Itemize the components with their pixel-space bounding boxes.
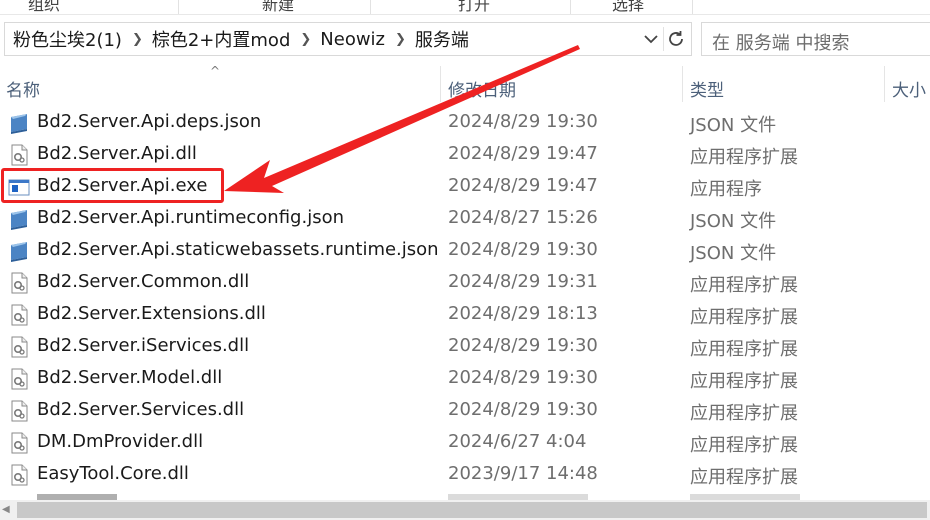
- ribbon-select-button[interactable]: 选择: [612, 0, 644, 15]
- chevron-right-icon[interactable]: ❯: [300, 32, 311, 47]
- file-name[interactable]: DM.DmProvider.dll: [37, 431, 203, 452]
- list-item[interactable]: Bd2.Server.Extensions.dll 2024/8/29 18:13…: [0, 298, 930, 330]
- ribbon-toolbar: 组织 新建 打开 选择: [0, 0, 930, 15]
- ribbon-divider: [570, 0, 571, 14]
- ribbon-organize-button[interactable]: 组织: [28, 0, 60, 15]
- dll-file-icon: [8, 464, 30, 486]
- ribbon-open-button[interactable]: 打开: [458, 0, 490, 15]
- list-item[interactable]: Bd2.Server.Api.dll 2024/8/29 19:47 应用程序扩展: [0, 138, 930, 170]
- file-type: 应用程序扩展: [690, 147, 798, 168]
- file-date: 2024/8/29 19:30: [448, 111, 598, 132]
- ribbon-divider: [370, 0, 371, 14]
- file-date: 2024/8/29 18:13: [448, 303, 598, 324]
- file-type: 应用程序: [690, 179, 762, 200]
- file-type: 应用程序扩展: [690, 467, 798, 488]
- column-divider[interactable]: [884, 66, 885, 102]
- dll-file-icon: [8, 272, 30, 294]
- dll-file-icon: [8, 304, 30, 326]
- breadcrumb-item[interactable]: 棕色2+内置mod: [152, 26, 291, 52]
- chevron-right-icon[interactable]: ❯: [395, 32, 406, 47]
- list-item[interactable]: Bd2.Server.Api.deps.json 2024/8/29 19:30 J…: [0, 106, 930, 138]
- address-bar[interactable]: 粉色尘埃2(1) ❯ 棕色2+内置mod ❯ Neowiz ❯ 服务端: [4, 22, 692, 56]
- file-date: 2024/8/29 19:30: [448, 399, 598, 420]
- file-date: 2024/6/27 4:04: [448, 431, 587, 452]
- column-header-size[interactable]: 大小: [892, 76, 926, 101]
- breadcrumb-item[interactable]: 服务端: [415, 26, 469, 52]
- file-type: 应用程序扩展: [690, 339, 798, 360]
- horizontal-scrollbar[interactable]: ◀: [0, 500, 930, 520]
- scroll-left-icon[interactable]: ◀: [2, 504, 10, 515]
- file-type: JSON 文件: [690, 115, 777, 136]
- file-type: 应用程序扩展: [690, 371, 798, 392]
- list-item[interactable]: Bd2.Server.Api.runtimeconfig.json 2024/8/…: [0, 202, 930, 234]
- json-file-icon: [8, 112, 30, 134]
- ribbon-new-button[interactable]: 新建: [262, 0, 294, 15]
- list-item[interactable]: Bd2.Server.iServices.dll 2024/8/29 19:30 应…: [0, 330, 930, 362]
- file-name[interactable]: Bd2.Server.Api.runtimeconfig.json: [37, 207, 344, 228]
- ribbon-divider: [178, 0, 179, 14]
- file-type: 应用程序扩展: [690, 307, 798, 328]
- list-item[interactable]: Bd2.Server.Api.staticwebassets.runtime.j…: [0, 234, 930, 266]
- dll-file-icon: [8, 432, 30, 454]
- search-placeholder: 在 服务端 中搜索: [712, 33, 850, 54]
- file-name[interactable]: Bd2.Server.Api.staticwebassets.runtime.j…: [37, 239, 439, 260]
- json-file-icon: [8, 208, 30, 230]
- column-divider[interactable]: [682, 66, 683, 102]
- column-header-type[interactable]: 类型: [690, 76, 724, 101]
- list-item[interactable]: EasyTool.Core.dll 2023/9/17 14:48 应用程序扩展: [0, 458, 930, 490]
- file-type: 应用程序扩展: [690, 435, 798, 456]
- dll-file-icon: [8, 336, 30, 358]
- file-name[interactable]: Bd2.Server.iServices.dll: [37, 335, 249, 356]
- ribbon-divider: [692, 0, 693, 14]
- refresh-icon[interactable]: [665, 28, 687, 50]
- file-name[interactable]: EasyTool.Core.dll: [37, 463, 189, 484]
- highlight-box: [1, 168, 224, 203]
- file-date: 2024/8/29 19:30: [448, 335, 598, 356]
- dll-file-icon: [8, 400, 30, 422]
- column-header-date[interactable]: 修改日期: [448, 76, 516, 101]
- sort-ascending-icon: ^: [210, 64, 221, 78]
- file-date: 2024/8/29 19:47: [448, 143, 598, 164]
- list-item[interactable]: Bd2.Server.Common.dll 2024/8/29 19:31 应用程序…: [0, 266, 930, 298]
- file-type: JSON 文件: [690, 243, 777, 264]
- column-header-name[interactable]: 名称: [6, 76, 40, 101]
- file-date: 2023/9/17 14:48: [448, 463, 598, 484]
- column-divider[interactable]: [440, 66, 441, 102]
- file-date: 2024/8/29 19:30: [448, 367, 598, 388]
- dll-file-icon: [8, 368, 30, 390]
- file-date: 2024/8/29 19:47: [448, 175, 598, 196]
- file-type: JSON 文件: [690, 211, 777, 232]
- breadcrumb-item[interactable]: 粉色尘埃2(1): [13, 26, 122, 52]
- search-box[interactable]: 在 服务端 中搜索: [701, 22, 930, 56]
- file-name[interactable]: Bd2.Server.Services.dll: [37, 399, 244, 420]
- list-item[interactable]: Bd2.Server.Model.dll 2024/8/29 19:30 应用程序扩…: [0, 362, 930, 394]
- breadcrumb-item[interactable]: Neowiz: [320, 29, 385, 50]
- chevron-right-icon[interactable]: ❯: [132, 32, 143, 47]
- file-name[interactable]: Bd2.Server.Api.deps.json: [37, 111, 261, 132]
- file-date: 2024/8/27 15:26: [448, 207, 598, 228]
- breadcrumb: 粉色尘埃2(1) ❯ 棕色2+内置mod ❯ Neowiz ❯ 服务端: [13, 23, 469, 55]
- json-file-icon: [8, 240, 30, 262]
- file-name[interactable]: Bd2.Server.Model.dll: [37, 367, 222, 388]
- file-type: 应用程序扩展: [690, 403, 798, 424]
- file-type: 应用程序扩展: [690, 275, 798, 296]
- file-name[interactable]: Bd2.Server.Api.dll: [37, 143, 197, 164]
- chevron-down-icon[interactable]: [641, 29, 661, 49]
- scrollbar-thumb[interactable]: [17, 502, 927, 518]
- column-header-row: ^ 名称 修改日期 类型 大小: [0, 62, 930, 102]
- file-date: 2024/8/29 19:31: [448, 271, 598, 292]
- file-name[interactable]: Bd2.Server.Extensions.dll: [37, 303, 266, 324]
- address-divider: [663, 27, 664, 51]
- file-date: 2024/8/29 19:30: [448, 239, 598, 260]
- file-name[interactable]: Bd2.Server.Common.dll: [37, 271, 249, 292]
- list-item[interactable]: Bd2.Server.Services.dll 2024/8/29 19:30 应用…: [0, 394, 930, 426]
- list-item[interactable]: DM.DmProvider.dll 2024/6/27 4:04 应用程序扩展: [0, 426, 930, 458]
- dll-file-icon: [8, 144, 30, 166]
